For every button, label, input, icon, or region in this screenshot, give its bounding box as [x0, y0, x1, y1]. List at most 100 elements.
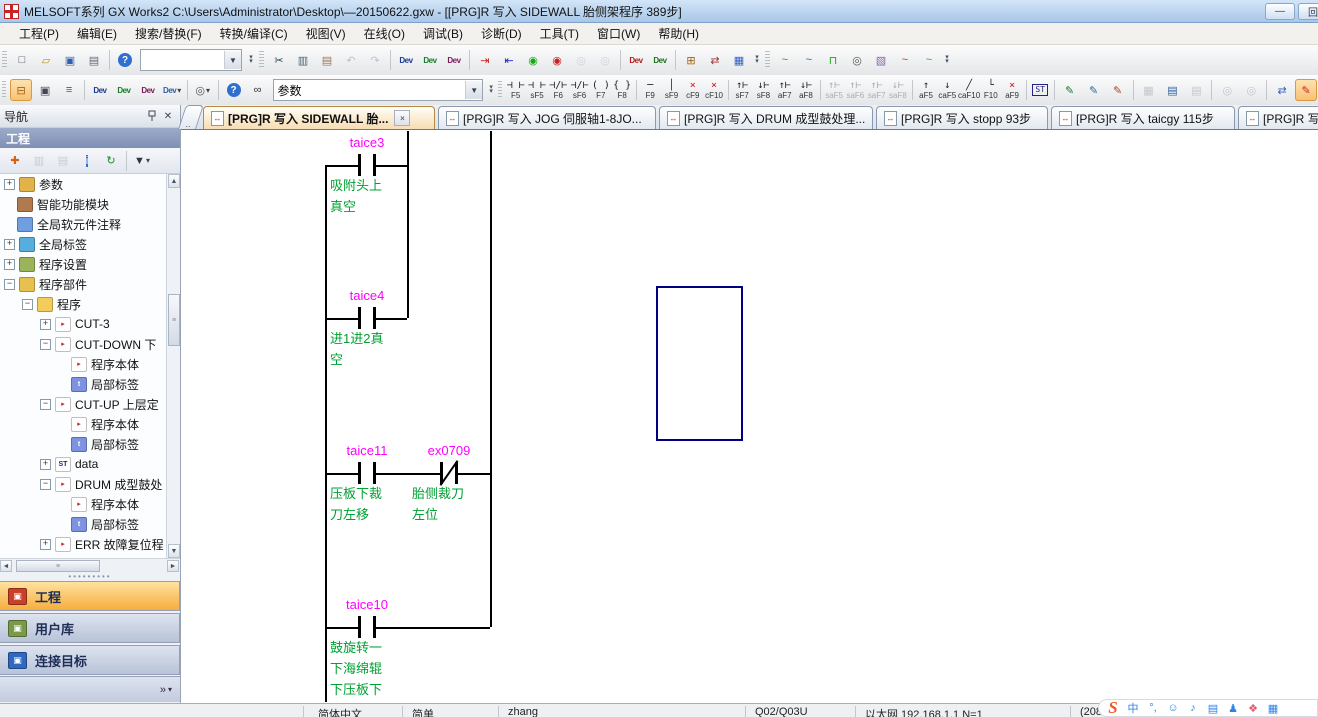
tree-item-6[interactable]: −程序 — [0, 294, 166, 314]
graph-monitor-1-button[interactable]: ~ — [894, 49, 916, 71]
refresh-view-button[interactable]: ↻ — [100, 150, 122, 172]
stack-button-connection-destination[interactable]: ▣连接目标 — [0, 645, 180, 675]
tree-item-18[interactable]: +▸ERR 故障复位程 — [0, 534, 166, 554]
contact-taice11[interactable] — [358, 462, 361, 484]
zoom-tool-button[interactable]: ◎▾ — [192, 79, 214, 101]
toolbar-overflow-icon[interactable]: ▾▾ — [751, 56, 763, 64]
device-batch-monitor-button[interactable]: Dev — [649, 49, 671, 71]
new-data-button[interactable]: ✚ — [4, 150, 26, 172]
filter-view-button[interactable]: ▼▾ — [131, 150, 153, 172]
pin-icon[interactable] — [144, 109, 160, 123]
ladder-search-combo[interactable]: 参数▼ — [273, 79, 484, 101]
scroll-right-icon[interactable]: ► — [167, 560, 179, 572]
toolbar-grip[interactable] — [259, 51, 264, 69]
tab-4[interactable]: ↔[PRG]R 写入 taicgy 115步 — [1051, 106, 1235, 129]
ladder-symbol-sF7-button[interactable]: ↑⊢sF7 — [732, 77, 753, 103]
scroll-down-icon[interactable]: ▼ — [168, 544, 180, 558]
display-format-dropdown-icon[interactable]: ▾ — [177, 86, 181, 95]
scroll-up-icon[interactable]: ▲ — [168, 174, 180, 188]
tree-item-5[interactable]: −程序部件 — [0, 274, 166, 294]
stack-button-project[interactable]: ▣工程 — [0, 581, 180, 611]
contact-taice10[interactable] — [358, 616, 361, 638]
tree-item-16[interactable]: ▸程序本体 — [0, 494, 166, 514]
toolbar-overflow-icon[interactable]: ▾▾ — [486, 86, 496, 94]
scrollbar-thumb[interactable]: ≡ — [168, 294, 180, 346]
help-2-button[interactable]: ? — [223, 79, 245, 101]
ladder-symbol-F9-button[interactable]: ─F9 — [640, 77, 661, 103]
pulse-output-button[interactable]: ⊓ — [822, 49, 844, 71]
expand-icon[interactable]: + — [4, 179, 15, 190]
save-project-button[interactable]: ▣ — [59, 49, 81, 71]
ladder-symbol-cF10-button[interactable]: ×cF10 — [703, 77, 724, 103]
expand-icon[interactable]: + — [40, 319, 51, 330]
menu-item-6[interactable]: 调试(B) — [414, 23, 472, 44]
keyboard-icon[interactable]: ▤ — [1203, 702, 1223, 715]
tab-close-icon[interactable]: × — [394, 110, 410, 126]
filter-view-dropdown-icon[interactable]: ▾ — [146, 156, 150, 165]
ladder-symbol-F6-button[interactable]: ⊣/⊢F6 — [548, 77, 569, 103]
stack-chevron[interactable]: »▾ — [0, 676, 180, 702]
copy-button[interactable]: ▥ — [292, 49, 314, 71]
device-cross-reference-button[interactable]: Dev — [419, 49, 441, 71]
menu-item-10[interactable]: 帮助(H) — [649, 23, 708, 44]
new-project-button[interactable]: □ — [11, 49, 33, 71]
tree-item-8[interactable]: −▸CUT-DOWN 下 — [0, 334, 166, 354]
tree-horizontal-scrollbar[interactable]: ◄ ≡ ► — [0, 558, 180, 572]
ladder-symbol-aF8-button[interactable]: ↓⊢aF8 — [795, 77, 816, 103]
contact-taice3[interactable] — [358, 154, 361, 176]
tree-item-4[interactable]: +程序设置 — [0, 254, 166, 274]
tree-item-11[interactable]: −▸CUT-UP 上层定 — [0, 394, 166, 414]
menu-item-9[interactable]: 窗口(W) — [588, 23, 649, 44]
edit-line-button[interactable]: ✎ — [1059, 79, 1081, 101]
punctuation-icon[interactable]: °, — [1143, 702, 1163, 714]
device-note-display-button[interactable]: Dev — [137, 79, 159, 101]
find-binoculars-button[interactable]: ∞ — [247, 79, 269, 101]
tree-item-2[interactable]: 全局软元件注释 — [0, 214, 166, 234]
screen-monitor-button[interactable]: ▧ — [870, 49, 892, 71]
menu-item-1[interactable]: 编辑(E) — [68, 23, 126, 44]
device-monitor-button[interactable]: Dev — [625, 49, 647, 71]
ladder-symbol-caF5-button[interactable]: ↓caF5 — [937, 77, 958, 103]
program-check-button[interactable]: ◎ — [846, 49, 868, 71]
ladder-symbol-aF7-button[interactable]: ↑⊢aF7 — [774, 77, 795, 103]
toolbar-overflow-icon[interactable]: ▾▾ — [245, 56, 257, 64]
monitor-stop-button[interactable]: ◉ — [546, 49, 568, 71]
tab-1[interactable]: ↔[PRG]R 写入 JOG 伺服轴1-8JO... — [438, 106, 656, 129]
coil-edit-button[interactable]: ✎ — [1107, 79, 1129, 101]
device-statement-display-button[interactable]: Dev — [113, 79, 135, 101]
voice-icon[interactable]: ♪ — [1183, 702, 1203, 714]
output-window-button[interactable]: ≡ — [58, 79, 80, 101]
transfer-setup-button[interactable]: ⇄ — [704, 49, 726, 71]
tree-item-0[interactable]: +参数 — [0, 174, 166, 194]
menu-item-3[interactable]: 转换/编译(C) — [211, 23, 297, 44]
expand-icon[interactable]: + — [4, 259, 15, 270]
emoji-icon[interactable]: ☺ — [1163, 702, 1183, 714]
ladder-symbol-F7-button[interactable]: ( )F7 — [590, 77, 611, 103]
menu-item-7[interactable]: 诊断(D) — [472, 23, 531, 44]
print-button[interactable]: ▤ — [83, 49, 105, 71]
ladder-symbol-sF5-button[interactable]: ⊣ ⊢sF5 — [526, 77, 547, 103]
ladder-search-combo-arrow-icon[interactable]: ▼ — [465, 81, 482, 99]
tab-overflow-icon[interactable]: .. — [178, 105, 204, 129]
tree-item-9[interactable]: ▸程序本体 — [0, 354, 166, 374]
toolbar-overflow-icon[interactable]: ▾▾ — [941, 56, 953, 64]
tree-item-1[interactable]: 智能功能模块 — [0, 194, 166, 214]
menu-item-8[interactable]: 工具(T) — [531, 23, 588, 44]
chinese-mode-icon[interactable]: 中 — [1123, 700, 1143, 716]
tree-vertical-scrollbar[interactable]: ▲ ≡ ▼ — [166, 174, 180, 558]
write-mode-button[interactable]: ✎ — [1295, 79, 1317, 101]
ladder-symbol-F5-button[interactable]: ⊣ ⊢F5 — [505, 77, 526, 103]
read-from-plc-button[interactable]: ⇤ — [498, 49, 520, 71]
ladder-symbol-caF10-button[interactable]: ╱caF10 — [958, 77, 980, 103]
menu-item-0[interactable]: 工程(P) — [10, 23, 68, 44]
parameter-setting-button[interactable]: ⊞ — [680, 49, 702, 71]
skin-icon[interactable]: ❖ — [1243, 702, 1263, 715]
tab-3[interactable]: ↔[PRG]R 写入 stopp 93步 — [876, 106, 1048, 129]
zoom-tool-dropdown-icon[interactable]: ▾ — [206, 86, 210, 95]
project-combo-arrow-icon[interactable]: ▼ — [224, 51, 241, 69]
close-icon[interactable]: ✕ — [160, 109, 176, 123]
contact-taice3[interactable] — [373, 154, 376, 176]
expand-icon[interactable]: + — [40, 459, 51, 470]
ladder-symbol-st-button[interactable]: ST — [1030, 77, 1051, 103]
device-comment-display-button[interactable]: Dev — [89, 79, 111, 101]
